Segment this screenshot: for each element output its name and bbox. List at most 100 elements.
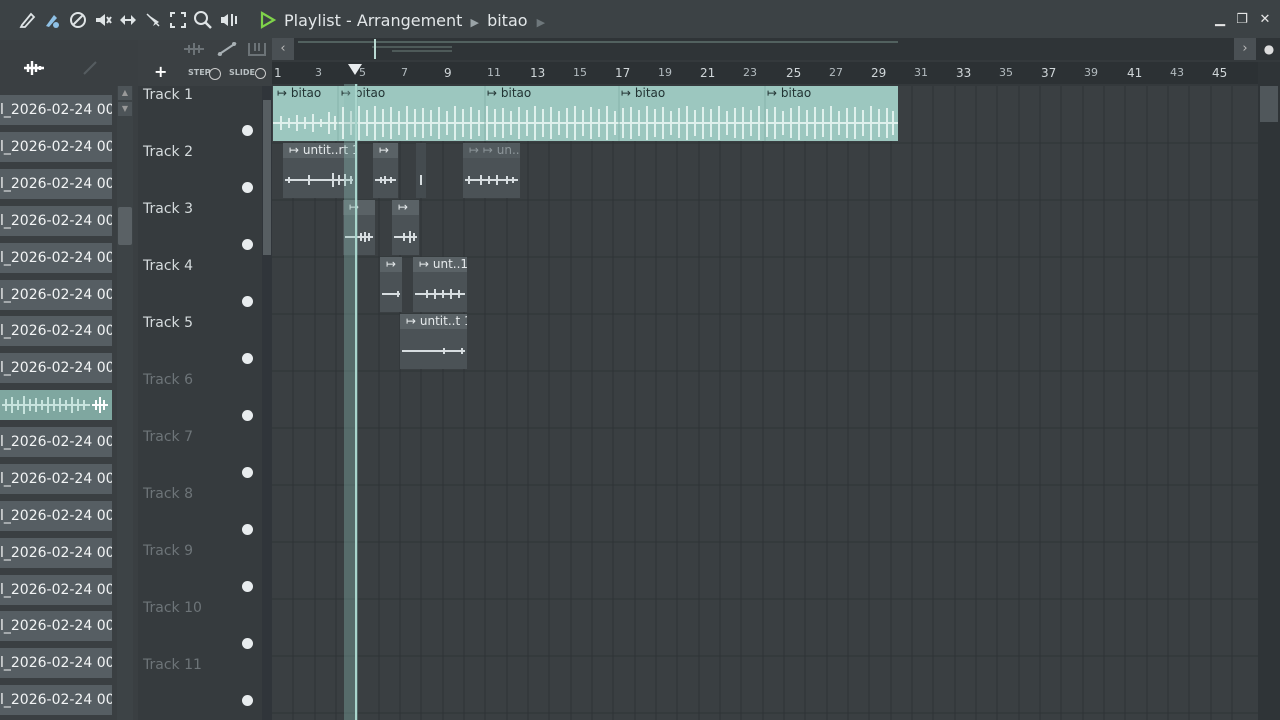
pattern-name[interactable]: bitao [487, 11, 527, 30]
vertical-scrollbar[interactable] [1258, 62, 1280, 720]
track-mute-toggle[interactable] [242, 239, 253, 250]
track-name[interactable]: Track 1 [143, 87, 193, 103]
delete-icon[interactable] [68, 10, 88, 30]
waveform-icon[interactable] [22, 56, 46, 80]
clip-label: ↦ unt..1 [413, 257, 467, 272]
playback-icon[interactable] [218, 10, 238, 30]
close-button[interactable]: ✕ [1257, 12, 1273, 28]
track-mute-toggle[interactable] [242, 353, 253, 364]
track-name[interactable]: Track 11 [143, 657, 202, 673]
browser-item[interactable]: l_2026-02-24 00-... [0, 611, 112, 641]
browser-item[interactable]: l_2026-02-24 00-... [0, 685, 112, 715]
bar-number: 17 [615, 66, 631, 80]
bar-number: 23 [743, 66, 757, 79]
track-mute-toggle[interactable] [242, 695, 253, 706]
link-icon[interactable] [80, 58, 100, 78]
track-name[interactable]: Track 9 [143, 543, 193, 559]
timeline-ruler[interactable] [272, 62, 1258, 84]
browser-item[interactable]: l_2026-02-24 00-... [0, 243, 112, 273]
browser-item[interactable]: l_2026-02-24 00-... [0, 427, 112, 457]
browser-scrollbar[interactable] [117, 86, 133, 720]
track-name[interactable]: Track 2 [143, 144, 193, 160]
bar-number: 35 [999, 66, 1013, 79]
play-arrangement-icon[interactable] [257, 10, 277, 30]
add-track-button[interactable]: + [154, 62, 167, 81]
track-mute-toggle[interactable] [242, 467, 253, 478]
track-mute-toggle[interactable] [242, 581, 253, 592]
scroll-up-icon[interactable]: ▲ [118, 86, 132, 100]
track-name[interactable]: Track 3 [143, 201, 193, 217]
minimize-button[interactable]: ▁ [1212, 12, 1228, 28]
browser-item[interactable]: l_2026-02-24 00-... [0, 575, 112, 605]
select-icon[interactable] [168, 10, 188, 30]
arrangement-overview[interactable] [272, 38, 1258, 60]
track-name[interactable]: Track 8 [143, 486, 193, 502]
browser-item[interactable]: l_2026-02-24 00-... [0, 316, 112, 346]
browser-item[interactable]: l_2026-02-24 00-... [0, 132, 112, 162]
browser-item-selected[interactable] [0, 390, 112, 420]
browser-item[interactable]: l_2026-02-24 00-... [0, 206, 112, 236]
track-scroll-thumb[interactable] [263, 100, 271, 255]
browser-item[interactable]: l_2026-02-24 00-... [0, 280, 112, 310]
track-mute-toggle[interactable] [242, 524, 253, 535]
pencil-icon[interactable] [18, 10, 38, 30]
slice-icon[interactable] [143, 10, 163, 30]
scroll-down-icon[interactable]: ▼ [118, 102, 132, 116]
piano-icon[interactable] [246, 40, 268, 58]
browser-item[interactable]: l_2026-02-24 00-... [0, 95, 112, 125]
browser-item[interactable]: l_2026-02-24 00-... [0, 169, 112, 199]
paint-icon[interactable] [42, 10, 62, 30]
track-name[interactable]: Track 10 [143, 600, 202, 616]
playhead[interactable] [355, 84, 357, 720]
track-name[interactable]: Track 7 [143, 429, 193, 445]
bar-number: 43 [1170, 66, 1184, 79]
bar-number: 11 [487, 66, 501, 79]
clip-label: ↦ untit..t 1 [400, 314, 467, 329]
pattern-clip[interactable] [416, 143, 426, 198]
snap-icon[interactable] [182, 40, 206, 58]
bar-number: 33 [956, 66, 972, 80]
browser-scroll-thumb[interactable] [118, 207, 132, 245]
track-mute-toggle[interactable] [242, 182, 253, 193]
slip-icon[interactable] [118, 10, 138, 30]
pattern-clip[interactable]: ↦ ↦ un... [463, 143, 520, 198]
clip-icon: ↦ ↦ [469, 143, 497, 157]
track-name[interactable]: Track 4 [143, 258, 193, 274]
pattern-clip[interactable]: ↦ [380, 257, 402, 312]
track-mute-toggle[interactable] [242, 638, 253, 649]
mute-icon[interactable] [93, 10, 113, 30]
pattern-clip[interactable]: ↦ [392, 200, 419, 255]
bar-number: 15 [573, 66, 587, 79]
track-name[interactable]: Track 5 [143, 315, 193, 331]
browser-item[interactable]: l_2026-02-24 00-... [0, 464, 112, 494]
track-name[interactable]: Track 6 [143, 372, 193, 388]
scroll-right-button[interactable]: › [1234, 38, 1256, 60]
pattern-clip[interactable]: ↦ untit..t 1 [400, 314, 467, 369]
audio-clip-bitao[interactable]: ↦ bitao ↦ bitao ↦ bitao ↦ bitao ↦ bitao [273, 86, 898, 141]
title-bar: Playlist - Arrangement ▶ bitao ▶ ▁ ❐ ✕ [0, 0, 1280, 41]
track-mute-toggle[interactable] [242, 410, 253, 421]
browser-item[interactable]: l_2026-02-24 00-... [0, 648, 112, 678]
browser-item[interactable]: l_2026-02-24 00-... [0, 501, 112, 531]
bar-number: 37 [1041, 66, 1057, 80]
step-toggle[interactable] [209, 68, 221, 80]
track-mute-toggle[interactable] [242, 296, 253, 307]
browser-item[interactable]: l_2026-02-24 00-... [0, 538, 112, 568]
bar-number: 27 [829, 66, 843, 79]
waveform [465, 175, 518, 185]
scroll-left-button[interactable]: ‹ [272, 38, 294, 60]
browser-item[interactable]: l_2026-02-24 00-... [0, 353, 112, 383]
slide-toggle[interactable] [255, 68, 266, 79]
curve-icon[interactable] [216, 40, 238, 58]
restore-button[interactable]: ❐ [1234, 12, 1250, 28]
options-menu-icon[interactable]: ● [1258, 38, 1280, 60]
clip-icon: ↦ [487, 86, 501, 100]
clip-label: ↦ [392, 200, 419, 215]
track-mute-toggle[interactable] [242, 125, 253, 136]
waveform [415, 289, 465, 299]
pattern-clip[interactable]: ↦ [373, 143, 398, 198]
zoom-icon[interactable] [193, 10, 213, 30]
window-title: Playlist - Arrangement ▶ bitao ▶ [284, 11, 545, 30]
pattern-clip[interactable]: ↦ unt..1 [413, 257, 467, 312]
vertical-scroll-thumb[interactable] [1260, 86, 1278, 122]
